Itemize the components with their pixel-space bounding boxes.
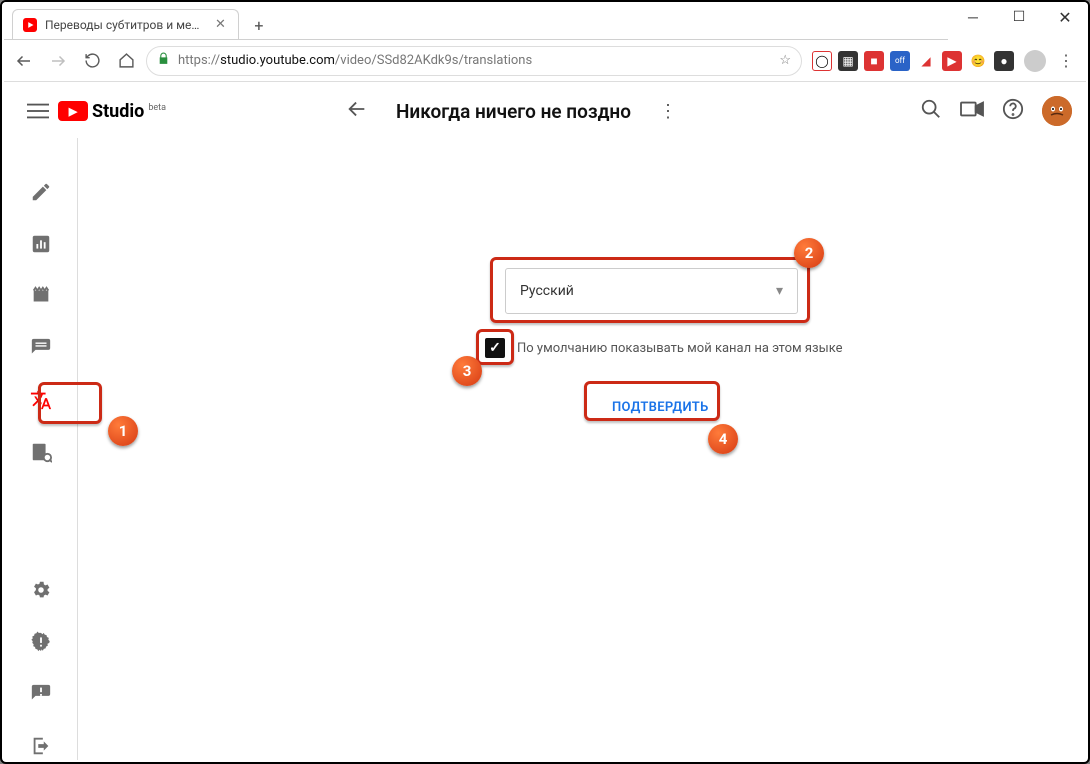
sidebar-edit-icon[interactable] [21, 178, 61, 206]
extension-icon[interactable]: ■ [864, 51, 884, 71]
extension-icon[interactable]: 😊 [968, 51, 988, 71]
create-video-icon[interactable] [960, 98, 984, 125]
annotation-badge: 3 [452, 356, 482, 386]
sidebar-editor-icon[interactable] [21, 282, 61, 310]
browser-menu-button[interactable]: ⋮ [1052, 51, 1080, 70]
extension-icon[interactable]: ▶ [942, 51, 962, 71]
extension-icon[interactable]: ◯ [812, 51, 832, 71]
tab-strip: Переводы субтитров и метадан... ✕ + [4, 8, 948, 40]
sidebar-translations-icon[interactable] [21, 386, 61, 414]
window-close-button[interactable]: ✕ [1042, 2, 1088, 32]
tab-close-icon[interactable]: ✕ [213, 17, 228, 32]
extension-icons: ◯ ▦ ■ off ◢ ▶ 😊 ● [808, 51, 1018, 71]
extension-icon[interactable]: ◢ [916, 51, 936, 71]
logo-text: Studio [92, 101, 144, 122]
sidebar-settings-icon[interactable] [21, 576, 61, 604]
sidebar-comments-icon[interactable] [21, 334, 61, 362]
default-language-checkbox[interactable]: ✓ [485, 338, 505, 358]
sidebar-analytics-icon[interactable] [21, 230, 61, 258]
new-tab-button[interactable]: + [245, 11, 273, 39]
annotation-badge: 2 [794, 238, 824, 268]
confirm-button[interactable]: ПОДТВЕРДИТЬ [598, 391, 723, 424]
video-title: Никогда ничего не поздно [396, 100, 631, 123]
url-input[interactable]: https://studio.youtube.com/video/SSd82AK… [146, 46, 802, 76]
sidebar-exit-icon[interactable] [21, 732, 61, 760]
video-options-button[interactable]: ⋮ [659, 101, 677, 122]
help-icon[interactable] [1002, 98, 1024, 125]
studio-logo[interactable]: ▶ Studio beta [58, 101, 166, 122]
nav-forward-button[interactable] [44, 47, 72, 75]
tab-title: Переводы субтитров и метадан... [45, 18, 205, 32]
extension-icon[interactable]: ● [994, 51, 1014, 71]
language-select[interactable]: Русский ▾ [505, 268, 798, 314]
window-maximize-button[interactable]: ☐ [996, 2, 1042, 32]
youtube-logo-icon: ▶ [58, 101, 88, 121]
extension-icon[interactable]: ▦ [838, 51, 858, 71]
default-language-label: По умолчанию показывать мой канал на это… [517, 341, 843, 356]
window-minimize-button[interactable]: ─ [950, 2, 996, 32]
back-arrow-button[interactable] [346, 98, 368, 125]
url-text: https://studio.youtube.com/video/SSd82AK… [178, 53, 532, 68]
sidebar-other-icon[interactable] [21, 438, 61, 466]
sidebar-alert-icon[interactable] [21, 628, 61, 656]
language-select-value: Русский [520, 283, 574, 299]
search-icon[interactable] [920, 98, 942, 125]
studio-header: ▶ Studio beta Никогда ничего не поздно ⋮ [4, 84, 1086, 138]
nav-home-button[interactable] [112, 47, 140, 75]
sidebar-feedback-icon[interactable] [21, 680, 61, 708]
logo-beta-label: beta [148, 103, 166, 113]
menu-toggle-button[interactable] [18, 100, 58, 122]
sidebar [4, 138, 78, 760]
extension-icon[interactable]: off [890, 51, 910, 71]
address-bar: https://studio.youtube.com/video/SSd82AK… [4, 40, 1086, 82]
profile-avatar-icon[interactable] [1024, 50, 1046, 72]
browser-tab[interactable]: Переводы субтитров и метадан... ✕ [12, 9, 239, 39]
bookmark-star-icon[interactable]: ☆ [779, 53, 791, 68]
nav-back-button[interactable] [10, 47, 38, 75]
annotation-badge: 4 [708, 424, 738, 454]
chevron-down-icon: ▾ [776, 283, 783, 299]
nav-reload-button[interactable] [78, 47, 106, 75]
lock-icon [157, 52, 170, 69]
annotation-badge: 1 [108, 416, 138, 446]
youtube-favicon-icon [23, 18, 37, 32]
account-avatar[interactable] [1042, 96, 1072, 126]
main-content: Русский ▾ ✓ По умолчанию показывать мой … [78, 138, 1086, 760]
